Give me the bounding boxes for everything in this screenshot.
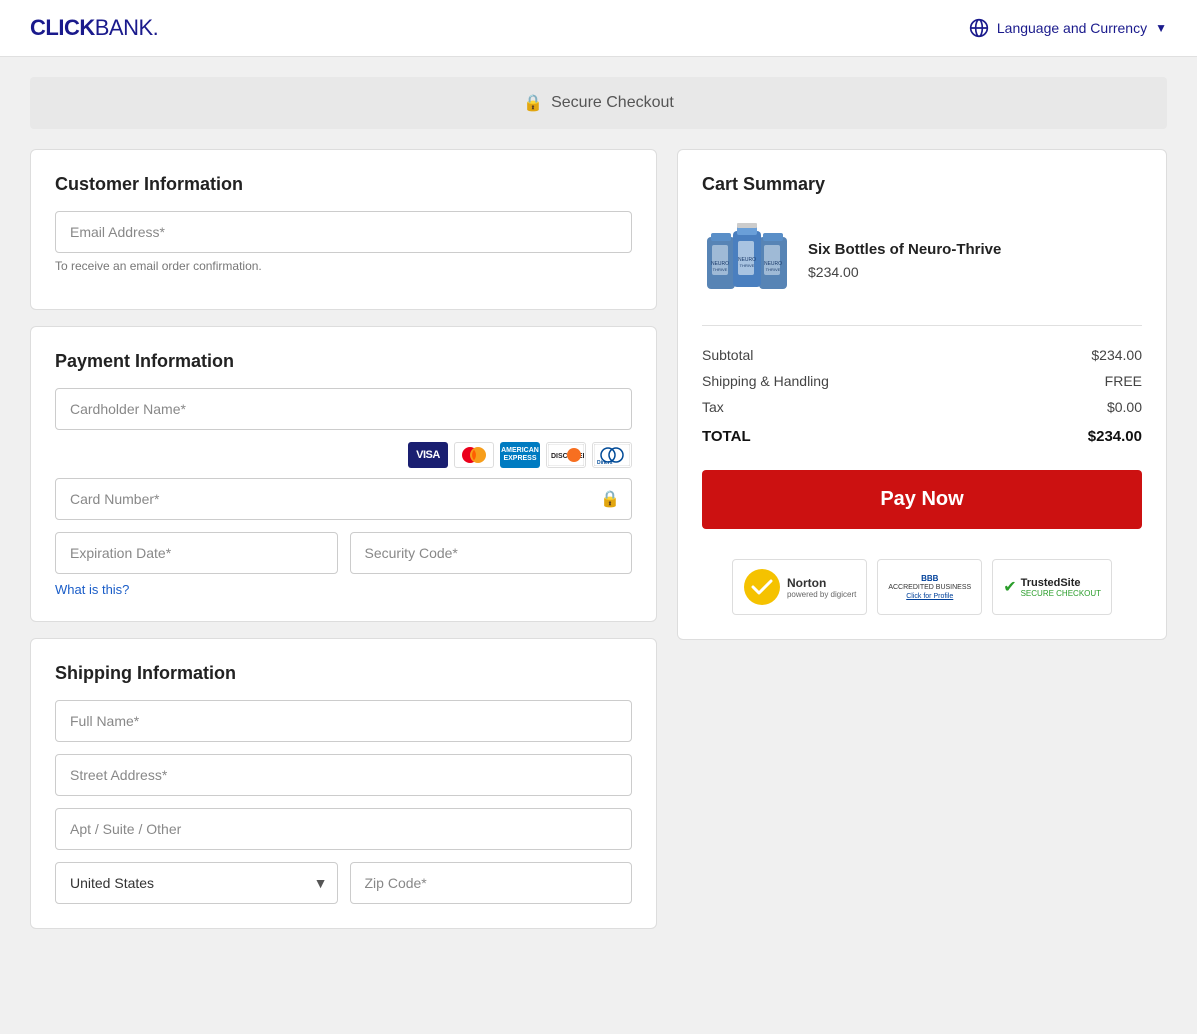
cart-summary-title: Cart Summary (702, 174, 1142, 195)
secure-checkout-label: Secure Checkout (551, 94, 674, 112)
shipping-info-title: Shipping Information (55, 663, 632, 684)
total-row: TOTAL $234.00 (702, 420, 1142, 450)
apt-field[interactable] (55, 808, 632, 850)
expiration-group (55, 532, 338, 574)
secure-checkout-banner: 🔒 Secure Checkout (30, 77, 1167, 129)
street-address-group (55, 754, 632, 796)
chevron-down-icon: ▼ (1155, 21, 1167, 35)
shipping-value: FREE (1105, 373, 1142, 389)
card-lock-icon: 🔒 (600, 489, 620, 509)
left-column: Customer Information To receive an email… (30, 149, 657, 929)
email-hint: To receive an email order confirmation. (55, 259, 632, 273)
full-name-field[interactable] (55, 700, 632, 742)
payment-info-card: Payment Information VISA AMERICANEXPRESS (30, 326, 657, 622)
trusted-sub: SECURE CHECKOUT (1021, 589, 1101, 598)
language-currency-button[interactable]: Language and Currency ▼ (969, 18, 1167, 38)
norton-checkmark-icon (743, 568, 781, 606)
svg-text:Diners: Diners (597, 460, 613, 466)
country-group: United States Canada United Kingdom Aust… (55, 862, 338, 904)
lock-icon: 🔒 (523, 93, 543, 113)
country-select[interactable]: United States Canada United Kingdom Aust… (55, 862, 338, 904)
subtotal-label: Subtotal (702, 347, 753, 363)
lang-currency-label: Language and Currency (997, 20, 1147, 36)
diners-icon: Diners (592, 442, 632, 468)
security-code-field[interactable] (350, 532, 633, 574)
norton-label: Norton (787, 576, 856, 590)
shipping-label: Shipping & Handling (702, 373, 829, 389)
card-number-group: 🔒 (55, 478, 632, 520)
payment-info-title: Payment Information (55, 351, 632, 372)
trust-badges: Norton powered by digicert BBB ACCREDITE… (702, 559, 1142, 615)
email-group: To receive an email order confirmation. (55, 211, 632, 273)
cart-summary-card: Cart Summary NEURO THRIVE (677, 149, 1167, 640)
shipping-info-card: Shipping Information United States Canad… (30, 638, 657, 929)
what-is-this-link[interactable]: What is this? (55, 582, 632, 597)
shipping-row: Shipping & Handling FREE (702, 368, 1142, 394)
expiration-field[interactable] (55, 532, 338, 574)
total-value: $234.00 (1088, 428, 1142, 445)
card-number-field[interactable] (55, 478, 632, 520)
product-info: Six Bottles of Neuro-Thrive $234.00 (808, 241, 1001, 280)
total-label: TOTAL (702, 428, 751, 445)
trusted-site-badge: ✔ TrustedSite SECURE CHECKOUT (992, 559, 1112, 615)
cart-item: NEURO THRIVE NEURO THRIVE NEURO THRI (702, 215, 1142, 305)
security-group (350, 532, 633, 574)
zip-group (350, 862, 633, 904)
expiry-security-row (55, 532, 632, 574)
subtotal-row: Subtotal $234.00 (702, 342, 1142, 368)
svg-text:THRIVE: THRIVE (713, 267, 728, 272)
amex-icon: AMERICANEXPRESS (500, 442, 540, 468)
tax-row: Tax $0.00 (702, 394, 1142, 420)
main-container: Customer Information To receive an email… (0, 149, 1197, 959)
mastercard-icon (454, 442, 494, 468)
bbb-link[interactable]: Click for Profile (888, 593, 971, 600)
country-zip-row: United States Canada United Kingdom Aust… (55, 862, 632, 904)
street-address-field[interactable] (55, 754, 632, 796)
visa-icon: VISA (408, 442, 448, 468)
bbb-badge: BBB ACCREDITED BUSINESS Click for Profil… (877, 559, 982, 615)
full-name-group (55, 700, 632, 742)
subtotal-value: $234.00 (1091, 347, 1142, 363)
discover-icon: DISCOVER (546, 442, 586, 468)
bbb-accredited: ACCREDITED BUSINESS (888, 583, 971, 592)
email-field[interactable] (55, 211, 632, 253)
product-svg: NEURO THRIVE NEURO THRIVE NEURO THRI (702, 215, 792, 305)
cardholder-group (55, 388, 632, 430)
svg-text:THRIVE: THRIVE (766, 267, 781, 272)
customer-info-title: Customer Information (55, 174, 632, 195)
svg-text:THRIVE: THRIVE (740, 263, 755, 268)
cart-divider (702, 325, 1142, 326)
right-column: Cart Summary NEURO THRIVE (677, 149, 1167, 929)
globe-icon (969, 18, 989, 38)
product-image: NEURO THRIVE NEURO THRIVE NEURO THRI (702, 215, 792, 305)
header: CLICKBANK. Language and Currency ▼ (0, 0, 1197, 57)
product-price-display: $234.00 (808, 264, 1001, 280)
product-name: Six Bottles of Neuro-Thrive (808, 241, 1001, 258)
logo: CLICKBANK. (30, 15, 158, 41)
trusted-label: TrustedSite (1021, 577, 1101, 589)
zip-field[interactable] (350, 862, 633, 904)
customer-info-card: Customer Information To receive an email… (30, 149, 657, 310)
card-icons-row: VISA AMERICANEXPRESS DISCOVER (55, 442, 632, 468)
tax-label: Tax (702, 399, 724, 415)
norton-sub: powered by digicert (787, 590, 856, 599)
cardholder-field[interactable] (55, 388, 632, 430)
norton-badge: Norton powered by digicert (732, 559, 867, 615)
logo-regular: BANK. (95, 15, 159, 40)
apt-group (55, 808, 632, 850)
logo-bold: CLICK (30, 15, 95, 40)
trusted-check-icon: ✔ (1003, 577, 1016, 597)
pay-now-button[interactable]: Pay Now (702, 470, 1142, 529)
tax-value: $0.00 (1107, 399, 1142, 415)
